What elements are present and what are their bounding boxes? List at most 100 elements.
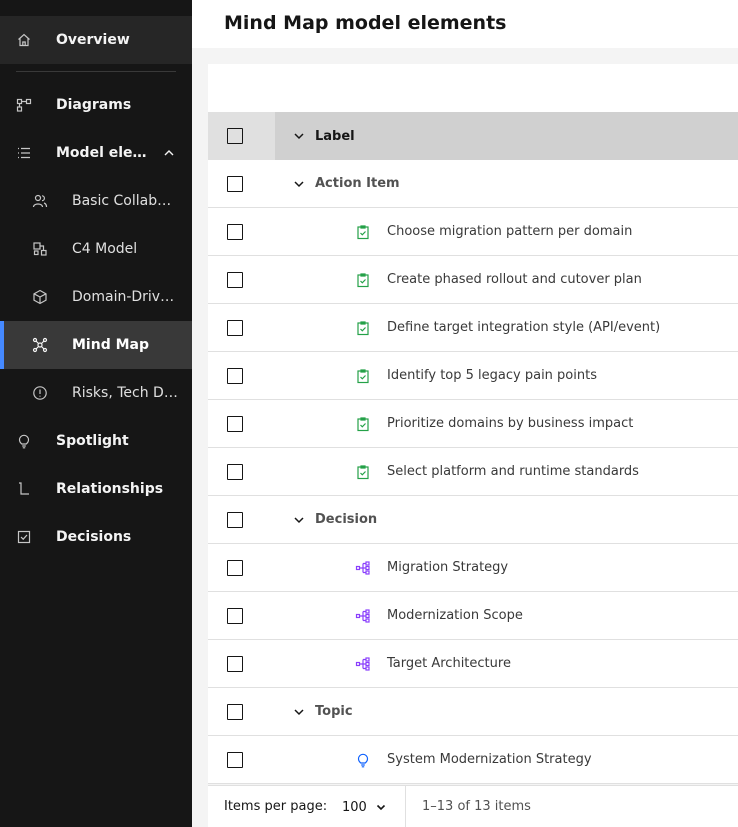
sidebar-item-c4-model[interactable]: C4 Model xyxy=(0,225,192,273)
sidebar-item-relationships[interactable]: Relationships xyxy=(0,465,192,513)
chevron-down-icon xyxy=(376,804,385,811)
row-label: Choose migration pattern per domain xyxy=(387,224,633,239)
chevron-down-icon[interactable] xyxy=(291,512,307,528)
group-icon xyxy=(32,193,48,209)
row-label: Define target integration style (API/eve… xyxy=(387,320,661,335)
row-checkbox[interactable] xyxy=(227,704,243,720)
select-all-cell xyxy=(208,112,274,160)
sidebar-item-domain-driven-design[interactable]: Domain-Driven Design xyxy=(0,273,192,321)
row-checkbox[interactable] xyxy=(227,272,243,288)
table-row[interactable]: Modernization Scope xyxy=(208,592,738,640)
list-icon xyxy=(16,145,32,161)
warning-circle-icon xyxy=(32,385,48,401)
page-title: Mind Map model elements xyxy=(224,12,507,34)
items-per-page-select[interactable]: 100 xyxy=(332,786,404,827)
row-checkbox[interactable] xyxy=(227,752,243,768)
cube-icon xyxy=(32,289,48,305)
table-row[interactable]: Select platform and runtime standards xyxy=(208,448,738,496)
sidebar-item-diagrams[interactable]: Diagrams xyxy=(0,81,192,129)
sidebar-item-label: Basic Collaboration xyxy=(72,193,178,209)
decision-tree-icon xyxy=(355,560,371,576)
row-checkbox[interactable] xyxy=(227,368,243,384)
decision-tree-icon xyxy=(355,656,371,672)
page-header: Mind Map model elements xyxy=(192,0,738,48)
row-label: Target Architecture xyxy=(387,656,511,671)
table-row[interactable]: Create phased rollout and cutover plan xyxy=(208,256,738,304)
pagination: Items per page: 100 1–13 of 13 items xyxy=(208,785,738,827)
column-header-label: Label xyxy=(315,129,355,144)
sidebar-item-label: Spotlight xyxy=(56,433,129,449)
row-checkbox[interactable] xyxy=(227,224,243,240)
group-label: Topic xyxy=(315,704,353,719)
table-toolbar xyxy=(208,64,738,112)
table-row[interactable]: Migration Strategy xyxy=(208,544,738,592)
sidebar-divider xyxy=(16,71,176,72)
task-icon xyxy=(355,464,371,480)
table-row[interactable]: Choose migration pattern per domain xyxy=(208,208,738,256)
row-label: Create phased rollout and cutover plan xyxy=(387,272,642,287)
row-checkbox[interactable] xyxy=(227,416,243,432)
group-row-action-item[interactable]: Action Item xyxy=(208,160,738,208)
row-label: Migration Strategy xyxy=(387,560,509,575)
items-per-page-label: Items per page: xyxy=(224,799,328,814)
table-header: Label xyxy=(208,112,738,160)
items-per-page-value: 100 xyxy=(342,799,367,815)
sidebar-item-label: Domain-Driven Design xyxy=(72,289,178,305)
row-checkbox[interactable] xyxy=(227,512,243,528)
relationship-icon xyxy=(16,481,32,497)
sidebar-item-label: Model elements xyxy=(56,145,156,161)
chevron-down-icon[interactable] xyxy=(291,704,307,720)
pagination-divider xyxy=(405,786,406,827)
decision-tree-icon xyxy=(355,608,371,624)
diagram-icon xyxy=(16,97,32,113)
group-label: Action Item xyxy=(315,176,400,191)
table-row[interactable]: Prioritize domains by business impact xyxy=(208,400,738,448)
row-checkbox[interactable] xyxy=(227,464,243,480)
checkbox-checked-icon xyxy=(16,529,32,545)
table-row[interactable]: Define target integration style (API/eve… xyxy=(208,304,738,352)
row-label: System Modernization Strategy xyxy=(387,752,592,767)
task-icon xyxy=(355,224,371,240)
row-checkbox[interactable] xyxy=(227,320,243,336)
sidebar-item-label: C4 Model xyxy=(72,241,138,257)
group-row-topic[interactable]: Topic xyxy=(208,688,738,736)
sidebar-item-spotlight[interactable]: Spotlight xyxy=(0,417,192,465)
row-checkbox[interactable] xyxy=(227,608,243,624)
sidebar-item-label: Diagrams xyxy=(56,97,132,113)
sidebar-item-overview[interactable]: Overview xyxy=(0,16,192,64)
sidebar-item-label: Decisions xyxy=(56,529,132,545)
table-row[interactable]: Target Architecture xyxy=(208,640,738,688)
row-label: Modernization Scope xyxy=(387,608,523,623)
label-column-header[interactable]: Label xyxy=(275,112,738,160)
row-label: Prioritize domains by business impact xyxy=(387,416,634,431)
sidebar-item-risks-tech-debt[interactable]: Risks, Tech Debt xyxy=(0,369,192,417)
row-label: Identify top 5 legacy pain points xyxy=(387,368,597,383)
sidebar-item-label: Mind Map xyxy=(72,337,149,353)
group-label: Decision xyxy=(315,512,378,527)
task-icon xyxy=(355,320,371,336)
home-icon xyxy=(16,32,32,48)
sidebar-item-label: Risks, Tech Debt xyxy=(72,385,178,401)
chevron-down-icon[interactable] xyxy=(291,176,307,192)
pagination-range: 1–13 of 13 items xyxy=(422,799,531,814)
mind-map-icon xyxy=(32,337,48,353)
sidebar-item-mind-map[interactable]: Mind Map xyxy=(0,321,192,369)
table-row[interactable]: System Modernization Strategy xyxy=(208,736,738,784)
chevron-up-icon[interactable] xyxy=(161,145,177,161)
sidebar-item-label: Overview xyxy=(56,32,130,48)
row-checkbox[interactable] xyxy=(227,656,243,672)
task-icon xyxy=(355,272,371,288)
row-checkbox[interactable] xyxy=(227,176,243,192)
chevron-down-icon[interactable] xyxy=(291,128,307,144)
row-checkbox[interactable] xyxy=(227,560,243,576)
sidebar-item-model-elements[interactable]: Model elements xyxy=(0,129,192,177)
lightbulb-icon xyxy=(355,752,371,768)
task-icon xyxy=(355,368,371,384)
sidebar-item-basic-collaboration[interactable]: Basic Collaboration xyxy=(0,177,192,225)
group-row-decision[interactable]: Decision xyxy=(208,496,738,544)
select-all-checkbox[interactable] xyxy=(227,128,243,144)
sidebar-item-decisions[interactable]: Decisions xyxy=(0,513,192,561)
row-label: Select platform and runtime standards xyxy=(387,464,639,479)
table-row[interactable]: Identify top 5 legacy pain points xyxy=(208,352,738,400)
lightbulb-icon xyxy=(16,433,32,449)
